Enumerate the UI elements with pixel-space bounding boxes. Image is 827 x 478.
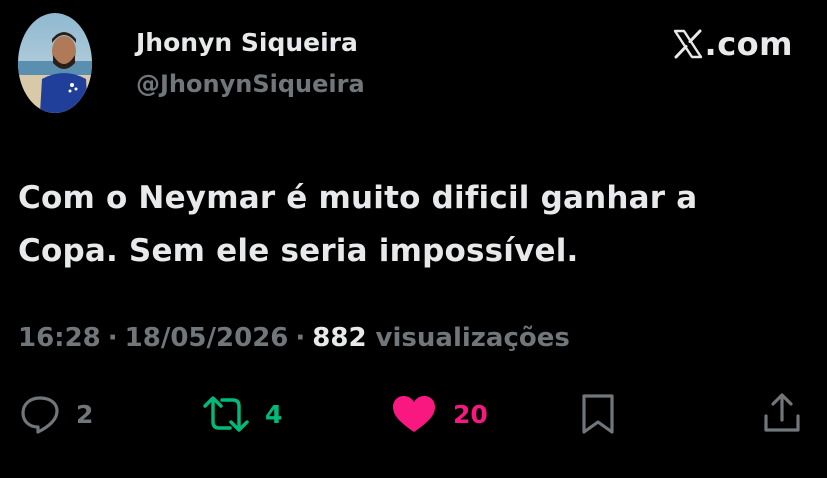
reply-button[interactable]: 2 (20, 394, 93, 434)
share-button[interactable] (762, 392, 802, 434)
retweet-button[interactable]: 4 (203, 394, 282, 434)
tweet-date[interactable]: 18/05/2026 (125, 323, 289, 353)
reply-icon (20, 394, 60, 434)
x-logo-icon (673, 29, 703, 59)
tweet-meta: 16:28 · 18/05/2026 · 882 visualizações (18, 323, 570, 353)
tweet-text: Com o Neymar é muito dificil ganhar a Co… (18, 172, 778, 278)
brand-mark: .com (673, 28, 793, 60)
tweet-text-line-1: Com o Neymar é muito dificil ganhar a (18, 180, 698, 216)
meta-separator: · (107, 323, 118, 353)
user-handle[interactable]: @JhonynSiqueira (136, 70, 365, 98)
display-name[interactable]: Jhonyn Siqueira (136, 28, 358, 57)
tweet-time[interactable]: 16:28 (18, 323, 101, 353)
bookmark-button[interactable] (580, 394, 616, 434)
share-icon (762, 392, 802, 434)
bookmark-icon (580, 394, 616, 434)
like-button[interactable]: 20 (391, 394, 488, 434)
meta-separator: · (295, 323, 306, 353)
avatar[interactable] (18, 13, 92, 113)
brand-suffix: .com (704, 25, 793, 63)
tweet-card: Jhonyn Siqueira @JhonynSiqueira .com Com… (0, 0, 827, 478)
like-count: 20 (453, 399, 488, 429)
views-label: visualizações (375, 323, 570, 353)
tweet-text-line-2: Copa. Sem ele seria impossível. (18, 233, 579, 269)
reply-count: 2 (76, 399, 94, 429)
heart-icon (391, 394, 437, 434)
retweet-count: 4 (265, 399, 283, 429)
retweet-icon (203, 394, 249, 434)
views-count: 882 (312, 323, 367, 353)
